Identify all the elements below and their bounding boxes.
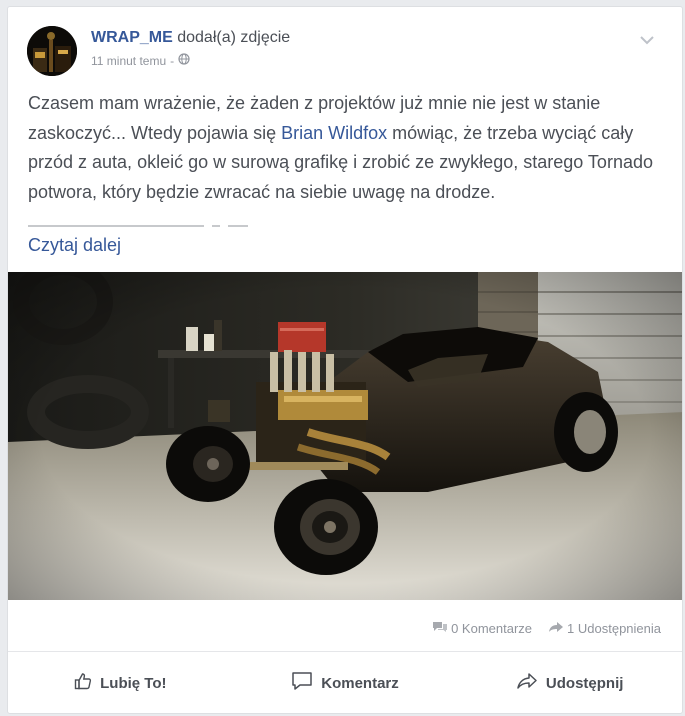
globe-icon[interactable] [178,53,190,68]
comments-icon [432,621,448,636]
mention-link[interactable]: Brian Wildfox [281,123,387,143]
avatar[interactable] [27,26,77,76]
post-meta: 11 minut temu - [91,53,190,68]
post-header: WRAP_ME dodał(a) zdjęcie 11 minut temu - [8,7,682,87]
shares-count[interactable]: 1 Udostępnienia [548,621,661,636]
hot-rod-car-photo [8,272,682,600]
post-card: WRAP_ME dodał(a) zdjęcie 11 minut temu -… [7,6,683,714]
post-text: Czasem mam wrażenie, że żaden z projektó… [28,89,658,207]
share-label: Udostępnij [545,674,624,692]
post-actions: Lubię To! Komentarz Udostępnij [8,652,682,713]
like-button[interactable]: Lubię To! [8,652,233,713]
speech-bubble-icon [291,671,313,695]
like-label: Lubię To! [100,674,167,692]
read-more-link[interactable]: Czytaj dalej [28,235,121,256]
comments-count-label: 0 Komentarze [451,621,533,636]
post-timestamp[interactable]: 11 minut temu [91,54,166,68]
share-arrow-icon [548,621,564,636]
share-icon [516,672,538,694]
avatar-image [27,26,77,76]
comments-count[interactable]: 0 Komentarze [432,621,532,636]
author-name[interactable]: WRAP_ME [91,29,173,46]
chevron-down-icon[interactable] [638,33,656,47]
post-action-text: dodał(a) zdjęcie [177,29,291,46]
meta-separator: - [170,53,175,68]
comment-button[interactable]: Komentarz [233,652,458,713]
shares-count-label: 1 Udostępnienia [567,621,661,636]
comment-label: Komentarz [321,674,399,692]
thumbs-up-icon [74,672,92,694]
author-line: WRAP_ME dodał(a) zdjęcie [91,29,290,47]
share-button[interactable]: Udostępnij [457,652,682,713]
truncated-text-fade [28,223,658,229]
post-photo[interactable] [8,272,682,600]
post-stats: 0 Komentarze 1 Udostępnienia [432,621,661,636]
